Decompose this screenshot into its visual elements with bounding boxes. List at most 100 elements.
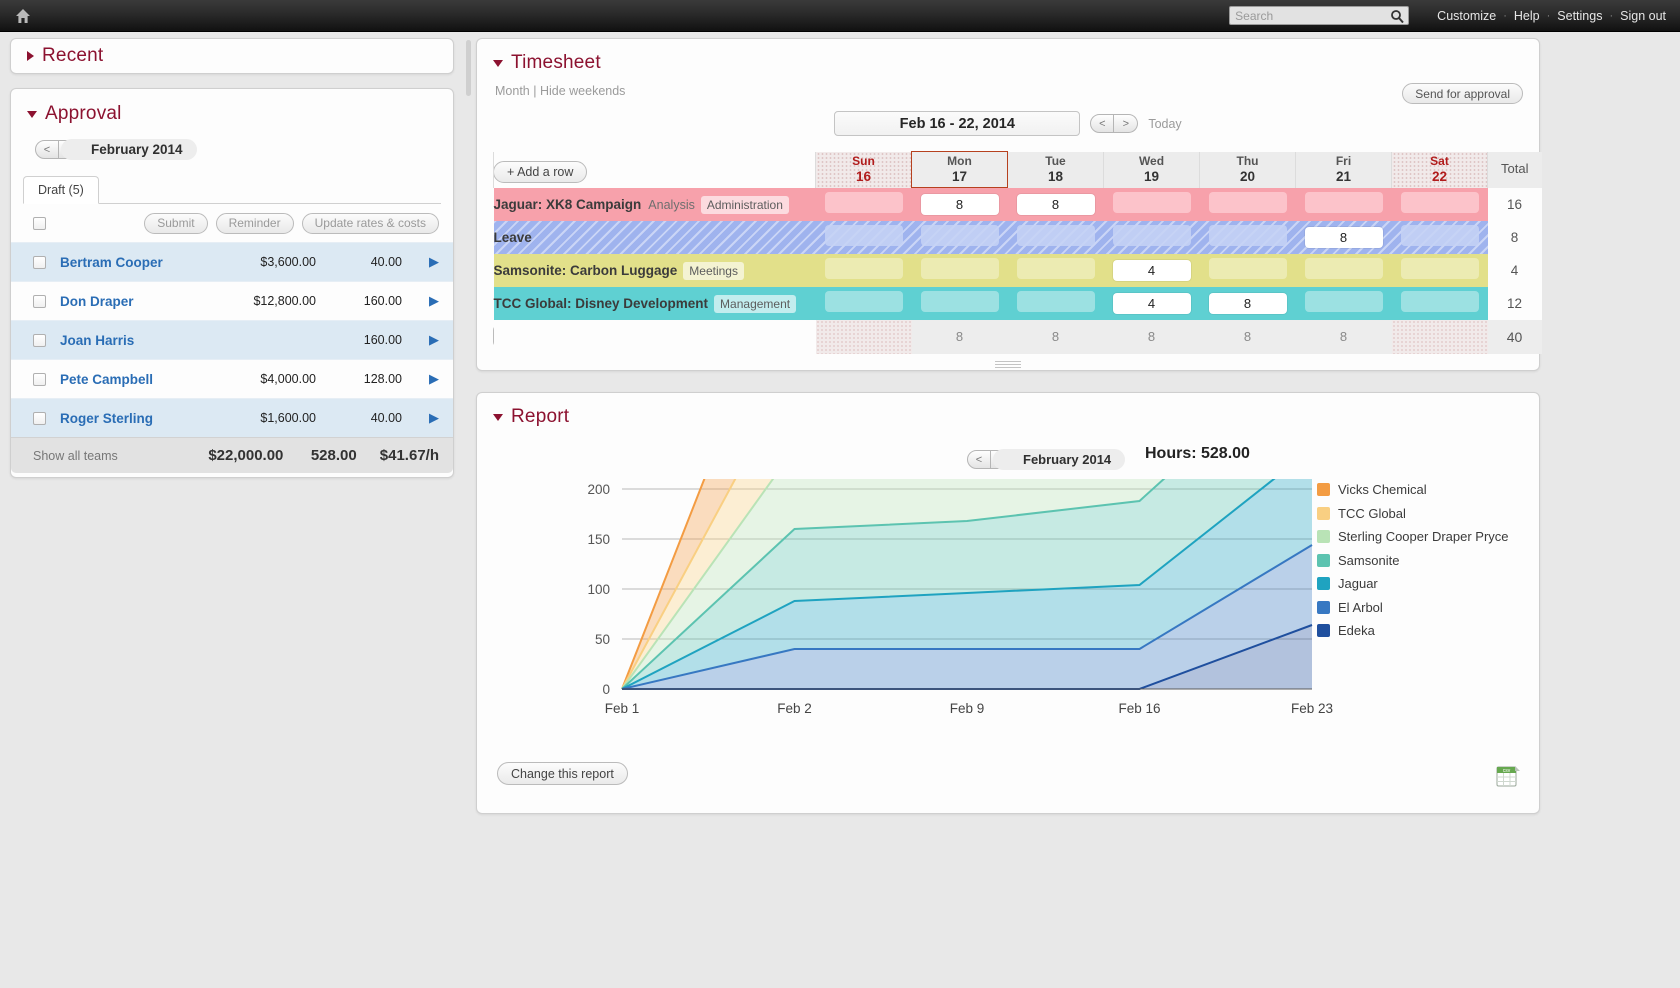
time-input[interactable]: [1208, 225, 1287, 246]
time-cell[interactable]: [816, 221, 912, 254]
row-checkbox[interactable]: [33, 294, 46, 308]
time-cell[interactable]: [1104, 221, 1200, 254]
legend-item[interactable]: TCC Global: [1317, 505, 1517, 523]
time-cell[interactable]: [1200, 254, 1296, 287]
row-project-label[interactable]: Jaguar: XK8 Campaign Analysis Administrati…: [494, 188, 816, 221]
table-row[interactable]: Roger Sterling $1,600.00 40.00 ▶: [11, 398, 453, 437]
time-input[interactable]: [1016, 291, 1095, 312]
time-input[interactable]: [1304, 258, 1383, 279]
time-input[interactable]: [1208, 258, 1287, 279]
row-checkbox[interactable]: [33, 411, 46, 425]
time-cell[interactable]: [912, 254, 1008, 287]
time-cell[interactable]: [1296, 254, 1392, 287]
time-cell[interactable]: [1392, 254, 1488, 287]
legend-item[interactable]: Vicks Chemical: [1317, 481, 1517, 499]
person-name[interactable]: Joan Harris: [60, 333, 220, 348]
month-view-link[interactable]: Month: [495, 84, 530, 98]
day-header-fri[interactable]: Fri 21: [1295, 151, 1392, 188]
time-input[interactable]: 8: [1304, 226, 1383, 248]
time-cell[interactable]: [1296, 188, 1392, 221]
time-input[interactable]: [1400, 258, 1479, 279]
time-input[interactable]: [824, 192, 903, 213]
hide-weekends-link[interactable]: Hide weekends: [540, 84, 625, 98]
expand-triangle-icon[interactable]: [27, 51, 34, 61]
legend-item[interactable]: Jaguar: [1317, 575, 1517, 593]
row-project-label[interactable]: Samsonite: Carbon Luggage Meetings: [494, 254, 816, 287]
recent-header[interactable]: Recent: [27, 45, 103, 67]
time-input[interactable]: [824, 258, 903, 279]
person-name[interactable]: Roger Sterling: [60, 411, 220, 426]
time-input[interactable]: [1112, 225, 1191, 246]
timesheet-resize-handle[interactable]: [995, 359, 1021, 368]
time-input[interactable]: 8: [920, 193, 999, 215]
person-name[interactable]: Bertram Cooper: [60, 255, 220, 270]
timesheet-row[interactable]: Leave 8 8: [493, 220, 1542, 254]
timesheet-prev-week-button[interactable]: <: [1090, 114, 1115, 133]
time-cell[interactable]: [1200, 221, 1296, 254]
day-header-mon[interactable]: Mon 17: [911, 151, 1008, 188]
collapse-triangle-icon[interactable]: [27, 110, 37, 118]
time-cell[interactable]: [912, 221, 1008, 254]
person-name[interactable]: Don Draper: [60, 294, 220, 309]
day-header-tue[interactable]: Tue 18: [1007, 151, 1104, 188]
table-row[interactable]: Bertram Cooper $3,600.00 40.00 ▶: [11, 242, 453, 281]
time-input[interactable]: [920, 258, 999, 279]
timesheet-header[interactable]: Timesheet: [477, 39, 1539, 74]
row-expand-icon[interactable]: ▶: [429, 254, 439, 270]
row-expand-icon[interactable]: ▶: [429, 332, 439, 348]
row-expand-icon[interactable]: ▶: [429, 371, 439, 387]
timesheet-row[interactable]: Samsonite: Carbon Luggage Meetings 4 4: [493, 253, 1542, 287]
time-input[interactable]: [824, 291, 903, 312]
time-cell[interactable]: [1200, 188, 1296, 221]
time-cell[interactable]: 4: [1104, 287, 1200, 320]
time-input[interactable]: [1400, 192, 1479, 213]
time-cell[interactable]: [1008, 254, 1104, 287]
time-input[interactable]: [1208, 192, 1287, 213]
column-resize-divider[interactable]: [466, 40, 471, 96]
row-expand-icon[interactable]: ▶: [429, 410, 439, 426]
time-cell[interactable]: [1296, 287, 1392, 320]
home-icon[interactable]: [12, 5, 34, 27]
day-header-sat[interactable]: Sat 22: [1391, 151, 1488, 188]
time-input[interactable]: [920, 291, 999, 312]
time-input[interactable]: [1016, 225, 1095, 246]
legend-item[interactable]: Sterling Cooper Draper Pryce: [1317, 528, 1517, 546]
row-checkbox[interactable]: [33, 372, 46, 386]
time-cell[interactable]: [1392, 287, 1488, 320]
report-prev-month-button[interactable]: <: [967, 450, 991, 469]
time-input[interactable]: 4: [1112, 292, 1191, 314]
sign-out-link[interactable]: Sign out: [1620, 9, 1666, 23]
day-header-thu[interactable]: Thu 20: [1199, 151, 1296, 188]
tab-draft[interactable]: Draft (5): [23, 176, 99, 204]
legend-item[interactable]: El Arbol: [1317, 599, 1517, 617]
legend-item[interactable]: Samsonite: [1317, 552, 1517, 570]
time-input[interactable]: [824, 225, 903, 246]
time-cell[interactable]: [912, 287, 1008, 320]
row-checkbox[interactable]: [33, 333, 46, 347]
collapse-triangle-icon[interactable]: [493, 59, 503, 67]
time-input[interactable]: 8: [1208, 292, 1287, 314]
help-link[interactable]: Help: [1514, 9, 1540, 23]
row-project-label[interactable]: TCC Global: Disney Development Management: [494, 287, 816, 320]
table-row[interactable]: Don Draper $12,800.00 160.00 ▶: [11, 281, 453, 320]
row-checkbox[interactable]: [33, 255, 46, 269]
show-all-teams-link[interactable]: Show all teams: [33, 449, 189, 463]
select-all-checkbox[interactable]: [33, 216, 46, 230]
day-header-sun[interactable]: Sun 16: [815, 151, 912, 188]
time-cell[interactable]: [1104, 188, 1200, 221]
timesheet-row[interactable]: Jaguar: XK8 Campaign Analysis Administrati…: [493, 187, 1542, 221]
report-header[interactable]: Report: [477, 393, 1539, 428]
search-icon[interactable]: [1390, 9, 1404, 26]
row-project-label[interactable]: Leave: [494, 221, 816, 254]
time-cell[interactable]: [816, 188, 912, 221]
time-cell[interactable]: 8: [1008, 188, 1104, 221]
time-cell[interactable]: 4: [1104, 254, 1200, 287]
customize-link[interactable]: Customize: [1437, 9, 1496, 23]
submit-button[interactable]: Submit: [144, 212, 208, 234]
time-input[interactable]: [1304, 192, 1383, 213]
time-cell[interactable]: [1008, 221, 1104, 254]
collapse-triangle-icon[interactable]: [493, 413, 503, 421]
today-link[interactable]: Today: [1148, 117, 1181, 131]
person-name[interactable]: Pete Campbell: [60, 372, 220, 387]
timesheet-row[interactable]: TCC Global: Disney Development Management…: [493, 286, 1542, 320]
